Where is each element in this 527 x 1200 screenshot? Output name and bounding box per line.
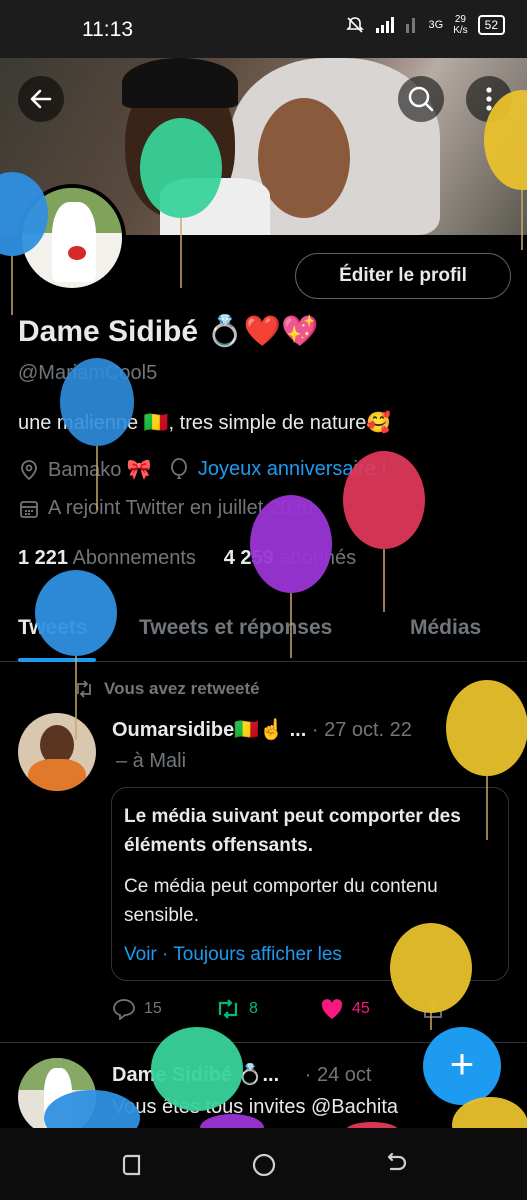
tweet-author-avatar[interactable] <box>18 713 96 791</box>
retweet-context: Vous avez retweeté <box>74 679 260 699</box>
arrow-left-icon <box>30 89 52 109</box>
tweet-author-2[interactable]: Dame Sidibé 💍... <box>112 1064 279 1086</box>
tweet-more-icon[interactable]: ⋮ <box>494 717 514 742</box>
more-button[interactable] <box>466 76 512 122</box>
status-icons: 3G 29 K/s 52 <box>345 14 505 36</box>
sensitive-media-card: Le média suivant peut comporter des élém… <box>111 787 509 981</box>
calendar-icon <box>20 500 38 518</box>
retweet-button[interactable]: 8 <box>215 998 258 1020</box>
profile-handle: @MariamCool5 <box>18 362 158 384</box>
tab-tweets[interactable]: Tweets <box>18 616 88 640</box>
search-button[interactable] <box>398 76 444 122</box>
network-speed: 29 K/s <box>453 14 468 36</box>
like-button[interactable]: 45 <box>320 998 370 1020</box>
tweet-text-2: Vous êtes tous invites @Bachita <box>112 1096 399 1118</box>
system-nav-bar <box>0 1128 527 1200</box>
profile-joined: A rejoint Twitter en juillet 2020 <box>48 497 314 519</box>
tab-tweets-replies[interactable]: Tweets et réponses <box>139 616 332 640</box>
profile-avatar[interactable] <box>18 184 126 292</box>
profile-meta-row: Bamako 🎀 Joyeux anniversaire ! <box>18 457 387 482</box>
profile-location: Bamako 🎀 <box>48 459 152 481</box>
profile-bio: une malienne 🇲🇱, tres simple de nature🥰 <box>18 412 392 434</box>
tweet-header-2: Dame Sidibé 💍... · 24 oct <box>112 1062 371 1087</box>
tweet-header: Oumarsidibe🇲🇱☝️ ... · 27 oct. 22 <box>112 717 412 742</box>
tweet-author[interactable]: Oumarsidibe🇲🇱☝️ ... <box>112 719 306 741</box>
share-icon <box>424 998 442 1018</box>
back-nav-icon[interactable] <box>383 1152 409 1178</box>
tweet-location: – à Mali <box>116 750 187 772</box>
following-link[interactable]: 1 221 Abonnements <box>18 547 196 569</box>
recents-icon[interactable] <box>119 1152 145 1178</box>
back-button[interactable] <box>18 76 64 122</box>
active-tab-indicator <box>18 658 96 662</box>
compose-tweet-button[interactable]: + <box>423 1027 501 1105</box>
sensitive-show-link[interactable]: Voir · Toujours afficher les <box>124 944 496 966</box>
home-icon[interactable] <box>251 1152 277 1178</box>
reply-button[interactable]: 15 <box>112 998 162 1020</box>
edit-profile-button[interactable]: Éditer le profil <box>295 253 511 299</box>
heart-filled-icon <box>321 999 343 1019</box>
profile-tabs: Tweets Tweets et réponses Médias <box>0 604 527 662</box>
tweet-author-avatar-2[interactable] <box>18 1058 96 1136</box>
signal-icon-2 <box>405 18 415 33</box>
signal-icon <box>375 17 394 33</box>
reply-icon <box>113 999 135 1020</box>
status-bar: 11:13 3G 29 K/s 52 <box>0 0 527 58</box>
tab-media[interactable]: Médias <box>410 616 481 640</box>
follow-stats: 1 221 Abonnements 4 259 abonnés <box>18 547 356 570</box>
share-button[interactable] <box>422 998 444 1020</box>
sensitive-body: Ce média peut comporter du contenu sensi… <box>124 876 438 926</box>
profile-joined-row: A rejoint Twitter en juillet 2020 <box>18 497 313 520</box>
tweet-actions: 15 8 45 <box>112 998 512 1028</box>
balloon-icon <box>170 457 187 479</box>
battery-indicator: 52 <box>477 15 505 35</box>
more-vertical-icon <box>486 87 492 111</box>
status-time: 11:13 <box>82 18 133 41</box>
network-type: 3G <box>428 19 444 31</box>
sensitive-title: Le média suivant peut comporter des élém… <box>124 806 461 856</box>
tweet-date-2[interactable]: · 24 oct <box>305 1064 372 1086</box>
location-icon <box>21 459 37 480</box>
tweet-date[interactable]: · 27 oct. 22 <box>312 719 412 741</box>
birthday-link[interactable]: Joyeux anniversaire ! <box>198 458 387 481</box>
retweet-active-icon <box>218 999 238 1019</box>
followers-link[interactable]: 4 259 abonnés <box>224 547 356 569</box>
profile-name: Dame Sidibé 💍❤️💖 <box>18 315 319 348</box>
search-icon <box>408 86 434 112</box>
mute-icon <box>345 17 364 33</box>
retweet-icon <box>77 680 91 698</box>
